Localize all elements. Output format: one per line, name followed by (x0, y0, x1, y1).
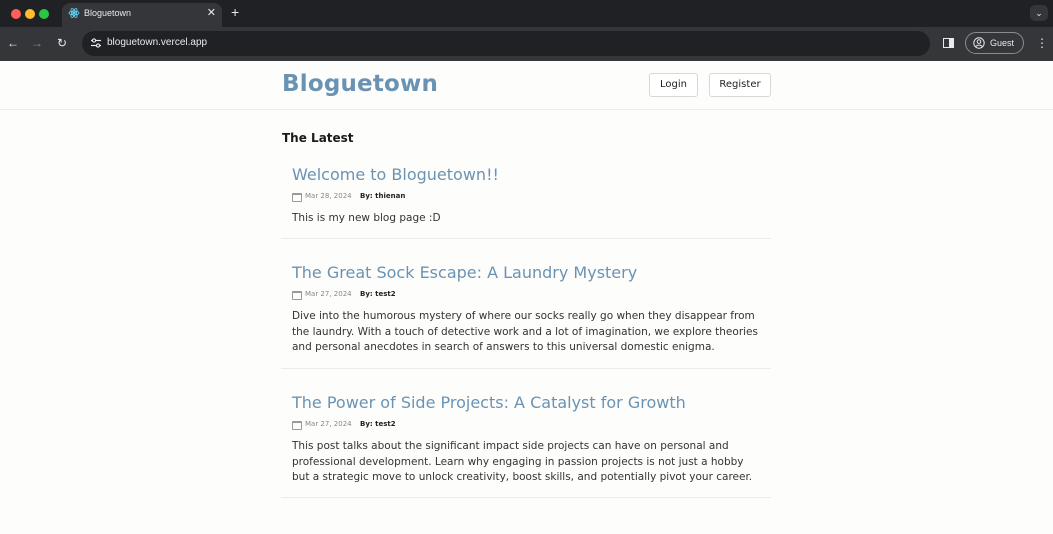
maximize-window-button[interactable] (39, 9, 49, 19)
post-date: Mar 27, 2024 (305, 420, 352, 428)
post-card: Welcome to Bloguetown!! Mar 28, 2024 By:… (281, 165, 771, 239)
browser-tab[interactable]: Bloguetown ✕ (62, 3, 222, 27)
tab-title: Bloguetown (84, 8, 132, 18)
site-header: Bloguetown Login Register (0, 61, 1053, 110)
section-heading: The Latest (282, 131, 354, 145)
post-date: Mar 27, 2024 (305, 290, 352, 298)
calendar-icon (292, 421, 302, 430)
browser-toolbar: ← → ↻ bloguetown.vercel.app Guest ⋮ (0, 27, 1053, 61)
post-card: The Power of Side Projects: A Catalyst f… (281, 393, 771, 498)
post-title-link[interactable]: Welcome to Bloguetown!! (292, 165, 499, 184)
browser-tab-bar: Bloguetown ✕ + ⌄ (0, 0, 1053, 27)
login-button[interactable]: Login (649, 73, 698, 97)
react-favicon-icon (68, 8, 80, 18)
profile-icon (973, 37, 985, 49)
page-content: Bloguetown Login Register The Latest Wel… (0, 61, 1053, 534)
profile-button[interactable]: Guest (965, 32, 1024, 54)
close-window-button[interactable] (11, 9, 21, 19)
calendar-icon (292, 291, 302, 300)
post-author: By: test2 (360, 420, 396, 428)
register-button[interactable]: Register (709, 73, 771, 97)
url-text: bloguetown.vercel.app (107, 37, 208, 48)
new-tab-icon[interactable]: + (231, 4, 239, 20)
post-date: Mar 28, 2024 (305, 192, 352, 200)
post-title-link[interactable]: The Great Sock Escape: A Laundry Mystery (292, 263, 637, 282)
close-tab-icon[interactable]: ✕ (207, 6, 216, 20)
site-info-icon[interactable] (89, 36, 103, 50)
profile-label: Guest (990, 38, 1015, 48)
address-bar[interactable]: bloguetown.vercel.app (82, 31, 930, 56)
more-menu-icon[interactable]: ⋮ (1036, 36, 1048, 50)
site-logo[interactable]: Bloguetown (282, 71, 438, 97)
post-excerpt: This post talks about the significant im… (292, 440, 753, 483)
calendar-icon (292, 193, 302, 202)
tab-search-icon[interactable]: ⌄ (1030, 5, 1048, 21)
minimize-window-button[interactable] (25, 9, 35, 19)
post-excerpt: Dive into the humorous mystery of where … (292, 310, 758, 353)
post-card: The Great Sock Escape: A Laundry Mystery… (281, 263, 771, 369)
side-panel-icon[interactable] (943, 38, 954, 48)
post-author: By: thienan (360, 192, 406, 200)
reload-icon[interactable]: ↻ (57, 35, 67, 51)
post-excerpt: This is my new blog page :D (292, 212, 441, 224)
post-author: By: test2 (360, 290, 396, 298)
back-arrow-icon[interactable]: ← (7, 35, 19, 51)
post-title-link[interactable]: The Power of Side Projects: A Catalyst f… (292, 393, 686, 412)
forward-arrow-icon[interactable]: → (31, 35, 43, 51)
